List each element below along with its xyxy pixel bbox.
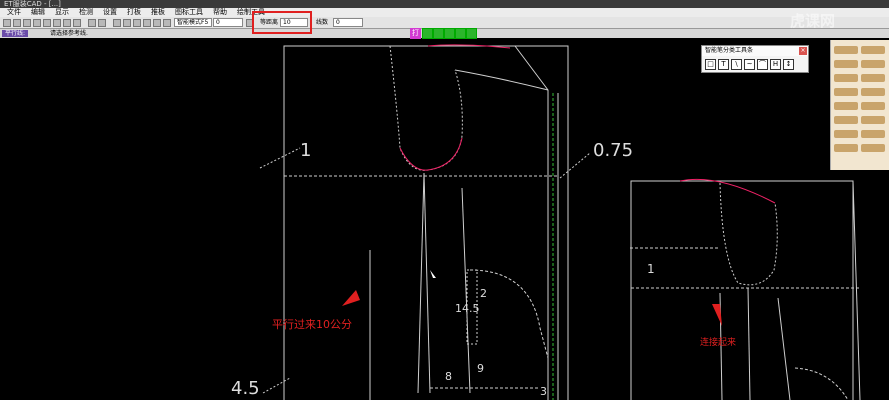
window-title-bar: ET服装CAD - [...]: [0, 0, 889, 8]
label-145: 14.5: [455, 302, 480, 315]
pattern-outline-left: [283, 45, 569, 400]
window-title: ET服装CAD - [...]: [4, 0, 61, 8]
leader-1: [259, 147, 301, 169]
menu-file[interactable]: 文件: [2, 8, 26, 17]
red-arrow-left: [342, 290, 360, 306]
menu-pattern[interactable]: 打板: [122, 8, 146, 17]
status-text: 请选择参考线.: [50, 30, 88, 37]
status-prompt: 平行线:: [2, 30, 29, 37]
awl-icon[interactable]: [861, 130, 885, 138]
menu-bar: 文件 编辑 显示 检测 设置 打板 推板 图标工具 帮助 绘制工具: [0, 8, 889, 17]
tool-palette: [830, 40, 889, 170]
annotation-connect: 连接起来: [700, 338, 737, 348]
panel-title: 智能笔分类工具条: [702, 46, 808, 56]
menu-settings[interactable]: 设置: [98, 8, 122, 17]
pen-icon[interactable]: [123, 19, 131, 27]
rectangle-tool-icon[interactable]: □: [705, 59, 716, 70]
side-right: [777, 297, 791, 400]
leader-075: [559, 152, 591, 179]
pin-icon[interactable]: [861, 88, 885, 96]
chalk-icon[interactable]: [861, 60, 885, 68]
scissors-icon[interactable]: [834, 102, 858, 110]
curve-ruler-icon[interactable]: [834, 74, 858, 82]
arc-tool-icon[interactable]: ⌒: [757, 59, 768, 70]
print-icon[interactable]: [33, 19, 41, 27]
redo-icon[interactable]: [98, 19, 106, 27]
side-line: [461, 187, 471, 394]
armhole-curve-left: [389, 45, 463, 171]
field1-input[interactable]: 0: [213, 18, 243, 27]
drill-icon[interactable]: [861, 116, 885, 124]
h-tool-icon[interactable]: H: [770, 59, 781, 70]
center-right: [852, 180, 861, 400]
label-2: 2: [480, 287, 487, 300]
delete-icon[interactable]: [73, 19, 81, 27]
dart-right-b: [747, 287, 751, 400]
french-curve-icon[interactable]: [834, 144, 858, 152]
label-1-right: 1: [647, 262, 655, 276]
pencil-icon[interactable]: [861, 46, 885, 54]
label-075: 0.75: [593, 140, 634, 161]
open-file-icon[interactable]: [13, 19, 21, 27]
line-tool-icon[interactable]: \: [731, 59, 742, 70]
linecount-label: 线数: [316, 19, 329, 26]
tape-icon[interactable]: [834, 60, 858, 68]
label-8: 8: [445, 370, 452, 383]
shoulder-line-left: [454, 69, 549, 91]
mode-select[interactable]: 智能模式F5: [174, 18, 212, 27]
fit-view-icon[interactable]: [163, 19, 171, 27]
armhole-curve-right: [719, 182, 778, 286]
marker-icon[interactable]: [861, 102, 885, 110]
smart-pen-toolbar-panel: 智能笔分类工具条 × □ T \ ~ ⌒ H ↕: [701, 45, 809, 73]
menu-check[interactable]: 检测: [74, 8, 98, 17]
measure-icon[interactable]: [133, 19, 141, 27]
cut-icon[interactable]: [43, 19, 51, 27]
dart-left-a: [417, 172, 425, 394]
t-square-tool-icon[interactable]: T: [718, 59, 729, 70]
menu-view[interactable]: 显示: [50, 8, 74, 17]
leader-45: [262, 377, 291, 394]
zoom-out-icon[interactable]: [153, 19, 161, 27]
menu-edit[interactable]: 编辑: [26, 8, 50, 17]
dart-left-b: [423, 172, 431, 394]
mouse-cursor-icon: [430, 270, 436, 278]
panel-close-icon[interactable]: ×: [799, 47, 807, 55]
pocket-curve-right: [794, 367, 849, 400]
menu-grading[interactable]: 推板: [146, 8, 170, 17]
pocket-curve: [469, 269, 549, 359]
tracing-wheel-icon[interactable]: [834, 130, 858, 138]
armhole-red-left: [399, 137, 463, 171]
select-icon[interactable]: [113, 19, 121, 27]
menu-icon-tools[interactable]: 图标工具: [170, 8, 208, 17]
zoom-in-icon[interactable]: [143, 19, 151, 27]
label-1-left: 1: [300, 140, 312, 161]
hip-curve-icon[interactable]: [861, 144, 885, 152]
label-45: 4.5: [231, 378, 260, 399]
undo-icon[interactable]: [88, 19, 96, 27]
linecount-input[interactable]: 0: [333, 18, 363, 27]
needle-icon[interactable]: [834, 88, 858, 96]
curve-tool-icon[interactable]: ~: [744, 59, 755, 70]
ruler-icon[interactable]: [834, 46, 858, 54]
square-icon[interactable]: [861, 74, 885, 82]
shoulder-red-right: [679, 178, 776, 204]
copy-icon[interactable]: [53, 19, 61, 27]
annotation-parallel: 平行过来10公分: [272, 318, 352, 331]
watermark-logo: 虎课网: [790, 12, 836, 30]
menu-help[interactable]: 帮助: [208, 8, 232, 17]
new-file-icon[interactable]: [3, 19, 11, 27]
save-icon[interactable]: [23, 19, 31, 27]
red-arrows: [342, 290, 722, 326]
spacing-highlight-box: [252, 11, 312, 34]
side-seam-left: [514, 45, 549, 400]
label-9: 9: [477, 362, 484, 375]
extend-tool-icon[interactable]: ↕: [783, 59, 794, 70]
drawing-canvas[interactable]: [0, 38, 889, 400]
pattern-outline-right: [630, 180, 854, 400]
notch-icon[interactable]: [834, 116, 858, 124]
paste-icon[interactable]: [63, 19, 71, 27]
label-3: 3: [540, 385, 547, 398]
